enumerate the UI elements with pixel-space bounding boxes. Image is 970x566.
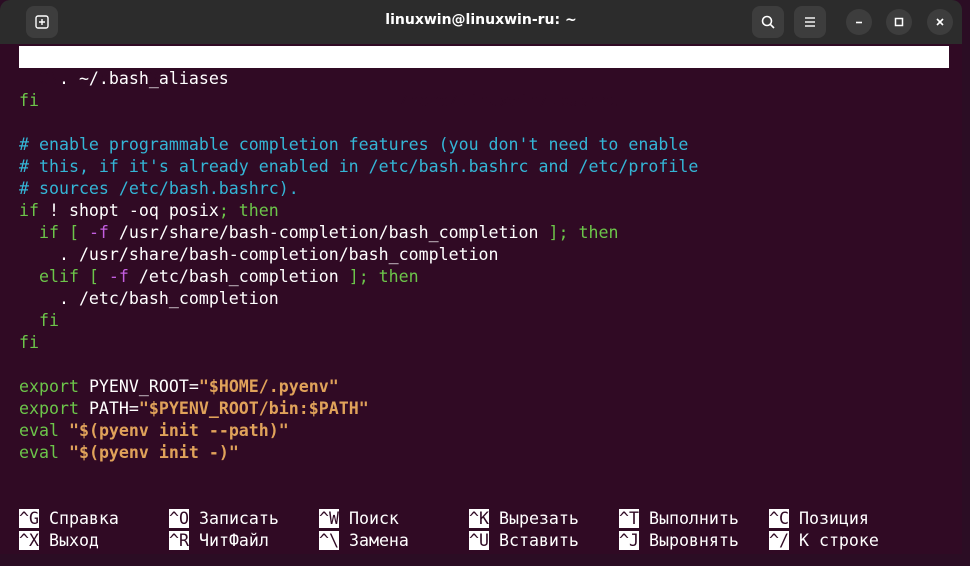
maximize-icon xyxy=(894,17,904,27)
shortcut-read-file[interactable]: ^R ЧитФайл xyxy=(169,530,319,552)
code-line: . ~/.bash_aliases xyxy=(19,69,229,88)
editor-file-path: /home/linuxwin/.bashrc xyxy=(399,91,619,110)
code-line: if ! shopt -oq posix; then xyxy=(19,201,279,220)
code-line: . /etc/bash_completion xyxy=(19,289,279,308)
minimize-icon xyxy=(856,21,862,24)
hamburger-menu-icon xyxy=(805,17,815,27)
close-button[interactable] xyxy=(927,9,953,35)
shortcut-exit[interactable]: ^X Выход xyxy=(19,530,169,552)
nano-header-bar: GNU nano 7.2 /home/linuxwin/.bashrc xyxy=(19,46,949,110)
maximize-button[interactable] xyxy=(886,9,912,35)
code-line: export PYENV_ROOT="$HOME/.pyenv" xyxy=(19,377,339,396)
search-icon xyxy=(761,15,775,29)
shortcut-justify[interactable]: ^J Выровнять xyxy=(619,530,769,552)
shortcut-where-is[interactable]: ^W Поиск xyxy=(319,508,469,530)
shortcut-paste[interactable]: ^U Вставить xyxy=(469,530,619,552)
code-line: elif [ -f /etc/bash_completion ]; then xyxy=(19,267,419,286)
code-line: export PATH="$PYENV_ROOT/bin:$PATH" xyxy=(19,399,369,418)
terminal-right-gutter xyxy=(949,44,962,554)
code-line: eval "$(pyenv init --path)" xyxy=(19,421,289,440)
shortcut-cut[interactable]: ^K Вырезать xyxy=(469,508,619,530)
code-comment-line: # this, if it's already enabled in /etc/… xyxy=(19,157,699,176)
code-comment-line: # sources /etc/bash.bashrc). xyxy=(19,179,299,198)
code-line: if [ -f /usr/share/bash-completion/bash_… xyxy=(19,223,619,242)
close-icon xyxy=(936,18,944,26)
minimize-button[interactable] xyxy=(846,9,872,35)
shortcut-write-out[interactable]: ^O Записать xyxy=(169,508,319,530)
nano-editor[interactable]: GNU nano 7.2 /home/linuxwin/.bashrc . ~/… xyxy=(0,44,962,554)
code-line: fi xyxy=(19,91,39,110)
code-line: . /usr/share/bash-completion/bash_comple… xyxy=(19,245,499,264)
title-bar: linuxwin@linuxwin-ru: ~ xyxy=(0,0,962,44)
shortcut-help[interactable]: ^G Справка xyxy=(19,508,169,530)
shortcut-replace[interactable]: ^\ Замена xyxy=(319,530,469,552)
code-line: fi xyxy=(19,311,59,330)
shortcut-go-to-line[interactable]: ^/ К строке xyxy=(769,530,919,552)
code-line: eval "$(pyenv init -)" xyxy=(19,443,239,462)
search-button[interactable] xyxy=(752,6,784,38)
code-comment-line: # enable programmable completion feature… xyxy=(19,135,689,154)
shortcut-execute[interactable]: ^T Выполнить xyxy=(619,508,769,530)
shortcut-location[interactable]: ^C Позиция xyxy=(769,508,919,530)
code-line: fi xyxy=(19,333,39,352)
menu-button[interactable] xyxy=(794,6,826,38)
terminal-window: linuxwin@linuxwin-ru: ~ GNU nano 7.2 /ho… xyxy=(0,0,962,554)
